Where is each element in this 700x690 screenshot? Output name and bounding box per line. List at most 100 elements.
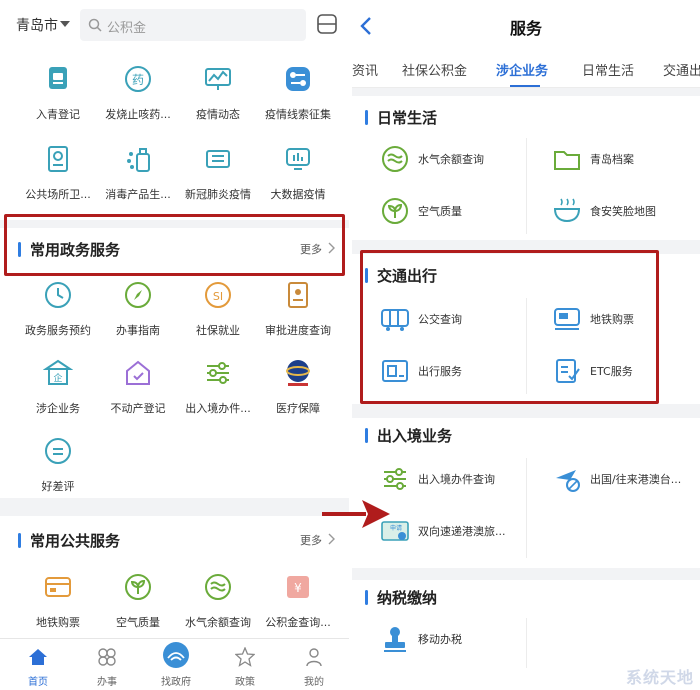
grid-item-air[interactable]: 空气质量: [96, 572, 180, 630]
grid-item-bigdata[interactable]: 大数据疫情: [256, 144, 340, 202]
watermark: 系统天地: [625, 668, 694, 687]
highlight-box-gov-services: [4, 214, 345, 276]
person-icon: [306, 648, 322, 667]
gap: [352, 88, 700, 96]
grid-item-enterprise[interactable]: 企 涉企业务: [16, 358, 100, 416]
food-bowl-icon: [553, 198, 581, 223]
section-title-border: 出入境业务: [377, 427, 453, 445]
comment-icon: [45, 438, 71, 464]
register-card-icon: [49, 67, 67, 89]
section-accent-bar: [18, 533, 21, 548]
medicine-icon: 药: [125, 66, 151, 92]
fund-icon: ¥: [287, 576, 309, 598]
stamp-icon: [384, 627, 406, 652]
active-tab-indicator: [510, 85, 540, 87]
more-public-link[interactable]: 更多: [300, 532, 322, 548]
page-title: 服务: [509, 19, 542, 38]
metro-ticket-icon: [45, 577, 71, 597]
nav-header: 服务: [352, 0, 700, 50]
right-phone-screen: 服务 资讯 社保公积金 涉企业务 日常生活 交通出 日常生活 水气余额查询 青岛…: [352, 0, 700, 690]
grid-item-clue[interactable]: 疫情线索征集: [256, 64, 340, 122]
house-icon: [126, 360, 150, 385]
annotation-arrow-head-icon: [362, 500, 390, 528]
section-accent-bar: [365, 428, 368, 443]
water-gas-icon: [205, 574, 231, 600]
grid-item-covid[interactable]: 新冠肺炎疫情: [176, 144, 260, 202]
grid-item-social-security[interactable]: SI 社保就业: [176, 280, 260, 338]
grid-item-metro[interactable]: 地铁购票: [16, 572, 100, 630]
star-icon: [235, 647, 255, 667]
approval-progress-icon: [288, 282, 308, 308]
disinfect-product-icon: [127, 148, 150, 172]
grid-item-epidemic-trend[interactable]: 疫情动态: [176, 64, 260, 122]
section-daily: 日常生活 水气余额查询 青岛档案 空气质量 食安笑脸地图: [352, 96, 700, 240]
grid-item-medicine[interactable]: 药 发烧止咳药...: [96, 64, 180, 122]
tab-traffic[interactable]: 交通出: [663, 60, 700, 79]
bigdata-screen-icon: [286, 148, 310, 170]
tab-social-fund[interactable]: 社保公积金: [402, 60, 467, 79]
svg-text:¥: ¥: [294, 581, 302, 595]
plane-globe-icon: [556, 470, 580, 492]
quick-services-card: 入青登记 药 发烧止咳药... 疫情动态 疫情线索征集 公共场所卫... 消毒产…: [0, 50, 352, 220]
chevron-right-icon[interactable]: [328, 533, 336, 545]
grid-item-register[interactable]: 入青登记: [16, 64, 100, 122]
top-bar: 青岛市 公积金: [0, 0, 352, 50]
svg-text:企: 企: [53, 372, 62, 384]
government-icon: [163, 642, 189, 668]
sprout-icon: [382, 198, 408, 224]
tab-enterprise[interactable]: 涉企业务: [496, 60, 548, 79]
column-divider: [526, 618, 527, 668]
svg-text:药: 药: [132, 73, 144, 87]
grid-item-real-estate[interactable]: 不动产登记: [96, 358, 180, 416]
compass-icon: [125, 282, 151, 308]
chart-monitor-icon: [205, 68, 231, 90]
section-title-daily: 日常生活: [377, 109, 438, 127]
bottom-tab-bar: 首页 办事 找政府 政策 我的: [0, 638, 352, 690]
home-icon: [29, 649, 47, 665]
clock-icon: [45, 282, 71, 308]
grid-item-appointment[interactable]: 政务服务预约: [16, 280, 100, 338]
column-divider: [526, 138, 527, 234]
grid-item-fund[interactable]: ¥ 公积金查询...: [256, 572, 340, 630]
gap: [352, 568, 700, 580]
section-title-public: 常用公共服务: [30, 532, 121, 550]
ticket-icon: [206, 150, 230, 168]
grid-item-exit-entry[interactable]: 出入境办件...: [176, 358, 260, 416]
city-selector[interactable]: 青岛市: [16, 15, 58, 35]
water-gas-icon: [382, 146, 408, 172]
section-border: 出入境业务 出入境办件查询 出国/往来港澳台... 申请 双向速递港澳旅...: [352, 418, 700, 568]
grid-item-guide[interactable]: 办事指南: [96, 280, 180, 338]
left-phone-screen: 青岛市 公积金 入青登记 药 发烧止咳药... 疫情动态 疫情线索征集 公共场所…: [0, 0, 352, 690]
sliders-icon: [207, 362, 229, 384]
grid-item-disinfect[interactable]: 消毒产品生...: [96, 144, 180, 202]
column-divider: [526, 458, 527, 558]
section-accent-bar: [365, 590, 368, 605]
venue-certificate-icon: [48, 146, 68, 172]
folder-icon: [554, 151, 580, 170]
tab-daily-life[interactable]: 日常生活: [582, 60, 634, 79]
gap: [352, 404, 700, 418]
medical-insurance-logo-icon: [286, 360, 310, 386]
category-tabs: 资讯 社保公积金 涉企业务 日常生活 交通出: [352, 50, 700, 88]
svg-text:SI: SI: [213, 290, 223, 303]
enterprise-icon: 企: [42, 359, 74, 385]
tab-news[interactable]: 资讯: [352, 60, 378, 79]
grid-item-rating[interactable]: 好差评: [16, 436, 100, 494]
sprout-icon: [125, 574, 151, 600]
grid-item-medical[interactable]: 医疗保障: [256, 358, 340, 416]
grid-item-venue[interactable]: 公共场所卫...: [16, 144, 100, 202]
grid-item-approval[interactable]: 审批进度查询: [256, 280, 340, 338]
scan-icon[interactable]: [316, 13, 338, 35]
grid-item-water-gas[interactable]: 水气余额查询: [176, 572, 260, 630]
clover-icon: [98, 648, 116, 666]
social-security-icon: SI: [205, 282, 231, 308]
search-placeholder: 公积金: [107, 21, 147, 36]
section-title-tax: 纳税缴纳: [377, 589, 438, 607]
search-input[interactable]: 公积金: [80, 9, 306, 41]
public-services-card: 常用公共服务 更多 地铁购票 空气质量 水气余额查询 ¥ 公积金查询...: [0, 516, 352, 638]
chevron-down-icon[interactable]: [60, 21, 70, 27]
clue-collect-icon: [286, 67, 310, 91]
search-icon: [88, 18, 102, 32]
highlight-box-traffic: [360, 250, 659, 404]
section-accent-bar: [365, 110, 368, 125]
